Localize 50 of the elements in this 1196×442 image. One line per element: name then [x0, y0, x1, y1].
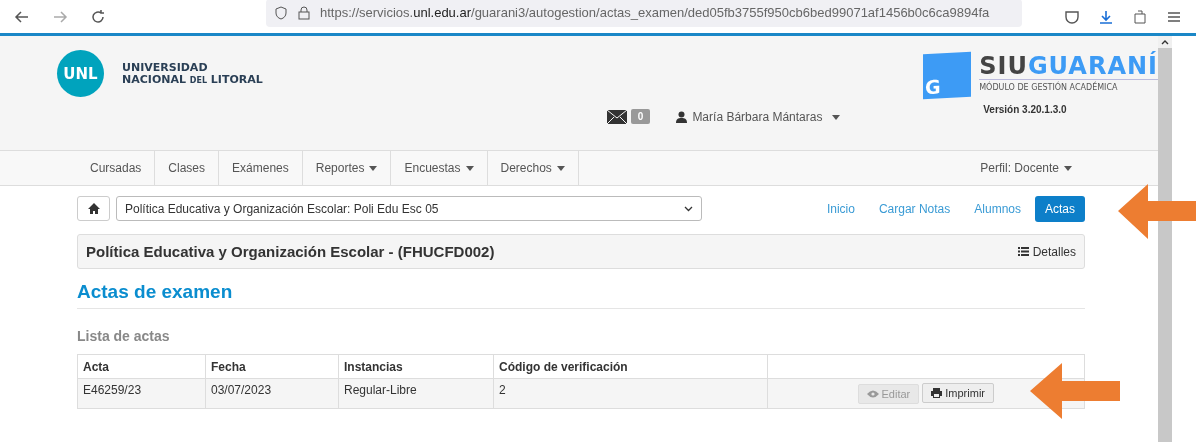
address-bar[interactable]: https://servicios.unl.edu.ar/guarani3/autogestion/actas_examen/ded05fb3755f950cb6bed99071af1456b0c6ca9894fa: [266, 0, 1022, 27]
lock-icon: [298, 5, 310, 20]
home-icon: [87, 203, 100, 214]
download-icon[interactable]: [1098, 8, 1114, 25]
user-menu[interactable]: María Bárbara Mántaras: [676, 110, 841, 124]
scroll-up-icon[interactable]: [1158, 36, 1172, 48]
section-heading: Lista de actas: [77, 328, 171, 344]
nav-menu-item[interactable]: Reportes: [302, 151, 392, 185]
chevron-down-icon: [684, 205, 693, 212]
page-heading: Actas de examen: [77, 281, 1085, 309]
caret-icon: [1064, 165, 1072, 171]
pocket-icon[interactable]: [1064, 8, 1080, 25]
back-icon[interactable]: [14, 8, 30, 25]
url-text: https://servicios.unl.edu.ar/guarani3/autogestion/actas_examen/ded05fb3755f950cb6bed99071af1456b0c6ca9894fa: [320, 5, 990, 20]
caret-icon: [556, 165, 565, 171]
nav-menu-item[interactable]: Clases: [155, 151, 220, 185]
unl-logo: UNL: [57, 50, 104, 97]
university-name: UNIVERSIDAD NACIONAL DEL LITORAL: [122, 62, 263, 87]
scrollbar[interactable]: [1158, 36, 1172, 442]
profile-menu[interactable]: Perfil: Docente: [967, 151, 1085, 185]
nav-menu-item[interactable]: Exámenes: [219, 151, 303, 185]
logo-subtitle: MÓDULO DE GESTIÓN ACADÉMICA: [979, 79, 1158, 92]
table-cell: 03/07/2023: [205, 378, 339, 409]
mail-icon[interactable]: [606, 109, 627, 124]
caret-icon: [832, 114, 841, 120]
subnav-tab[interactable]: Actas: [1035, 195, 1085, 222]
shield-icon: [274, 5, 288, 20]
version-text: Versión 3.20.1.3.0: [983, 104, 1068, 115]
table-cell: E46259/23: [77, 378, 206, 409]
print-button[interactable]: Imprimir: [922, 383, 994, 403]
table-cell: Regular-Libre: [338, 378, 494, 409]
reload-icon[interactable]: [90, 8, 106, 25]
table-cell: 2: [493, 378, 768, 409]
course-select[interactable]: Política Educativa y Organización Escolar: Poli Edu Esc 05: [116, 196, 702, 221]
nav-menu-item[interactable]: Encuestas: [391, 151, 488, 185]
caret-icon: [465, 165, 474, 171]
caret-icon: [369, 165, 378, 171]
user-icon: [676, 111, 688, 123]
list-icon: [1017, 247, 1029, 256]
printer-icon: [931, 388, 943, 398]
nav-menu-item[interactable]: Derechos: [487, 151, 579, 185]
panel-title: Política Educativa y Organización Escolar - (FHUCFD002): [86, 243, 495, 260]
siu-guarani-logo: SIUGUARANÍ: [979, 53, 1158, 79]
details-link[interactable]: Detalles: [1017, 244, 1076, 259]
nav-menu-item[interactable]: Cursadas: [77, 151, 156, 185]
eye-icon: [866, 390, 879, 398]
home-button[interactable]: [77, 196, 110, 221]
extensions-icon[interactable]: [1132, 8, 1148, 25]
siu-logo-mark: G: [923, 51, 972, 100]
message-count-badge: 0: [630, 109, 651, 124]
